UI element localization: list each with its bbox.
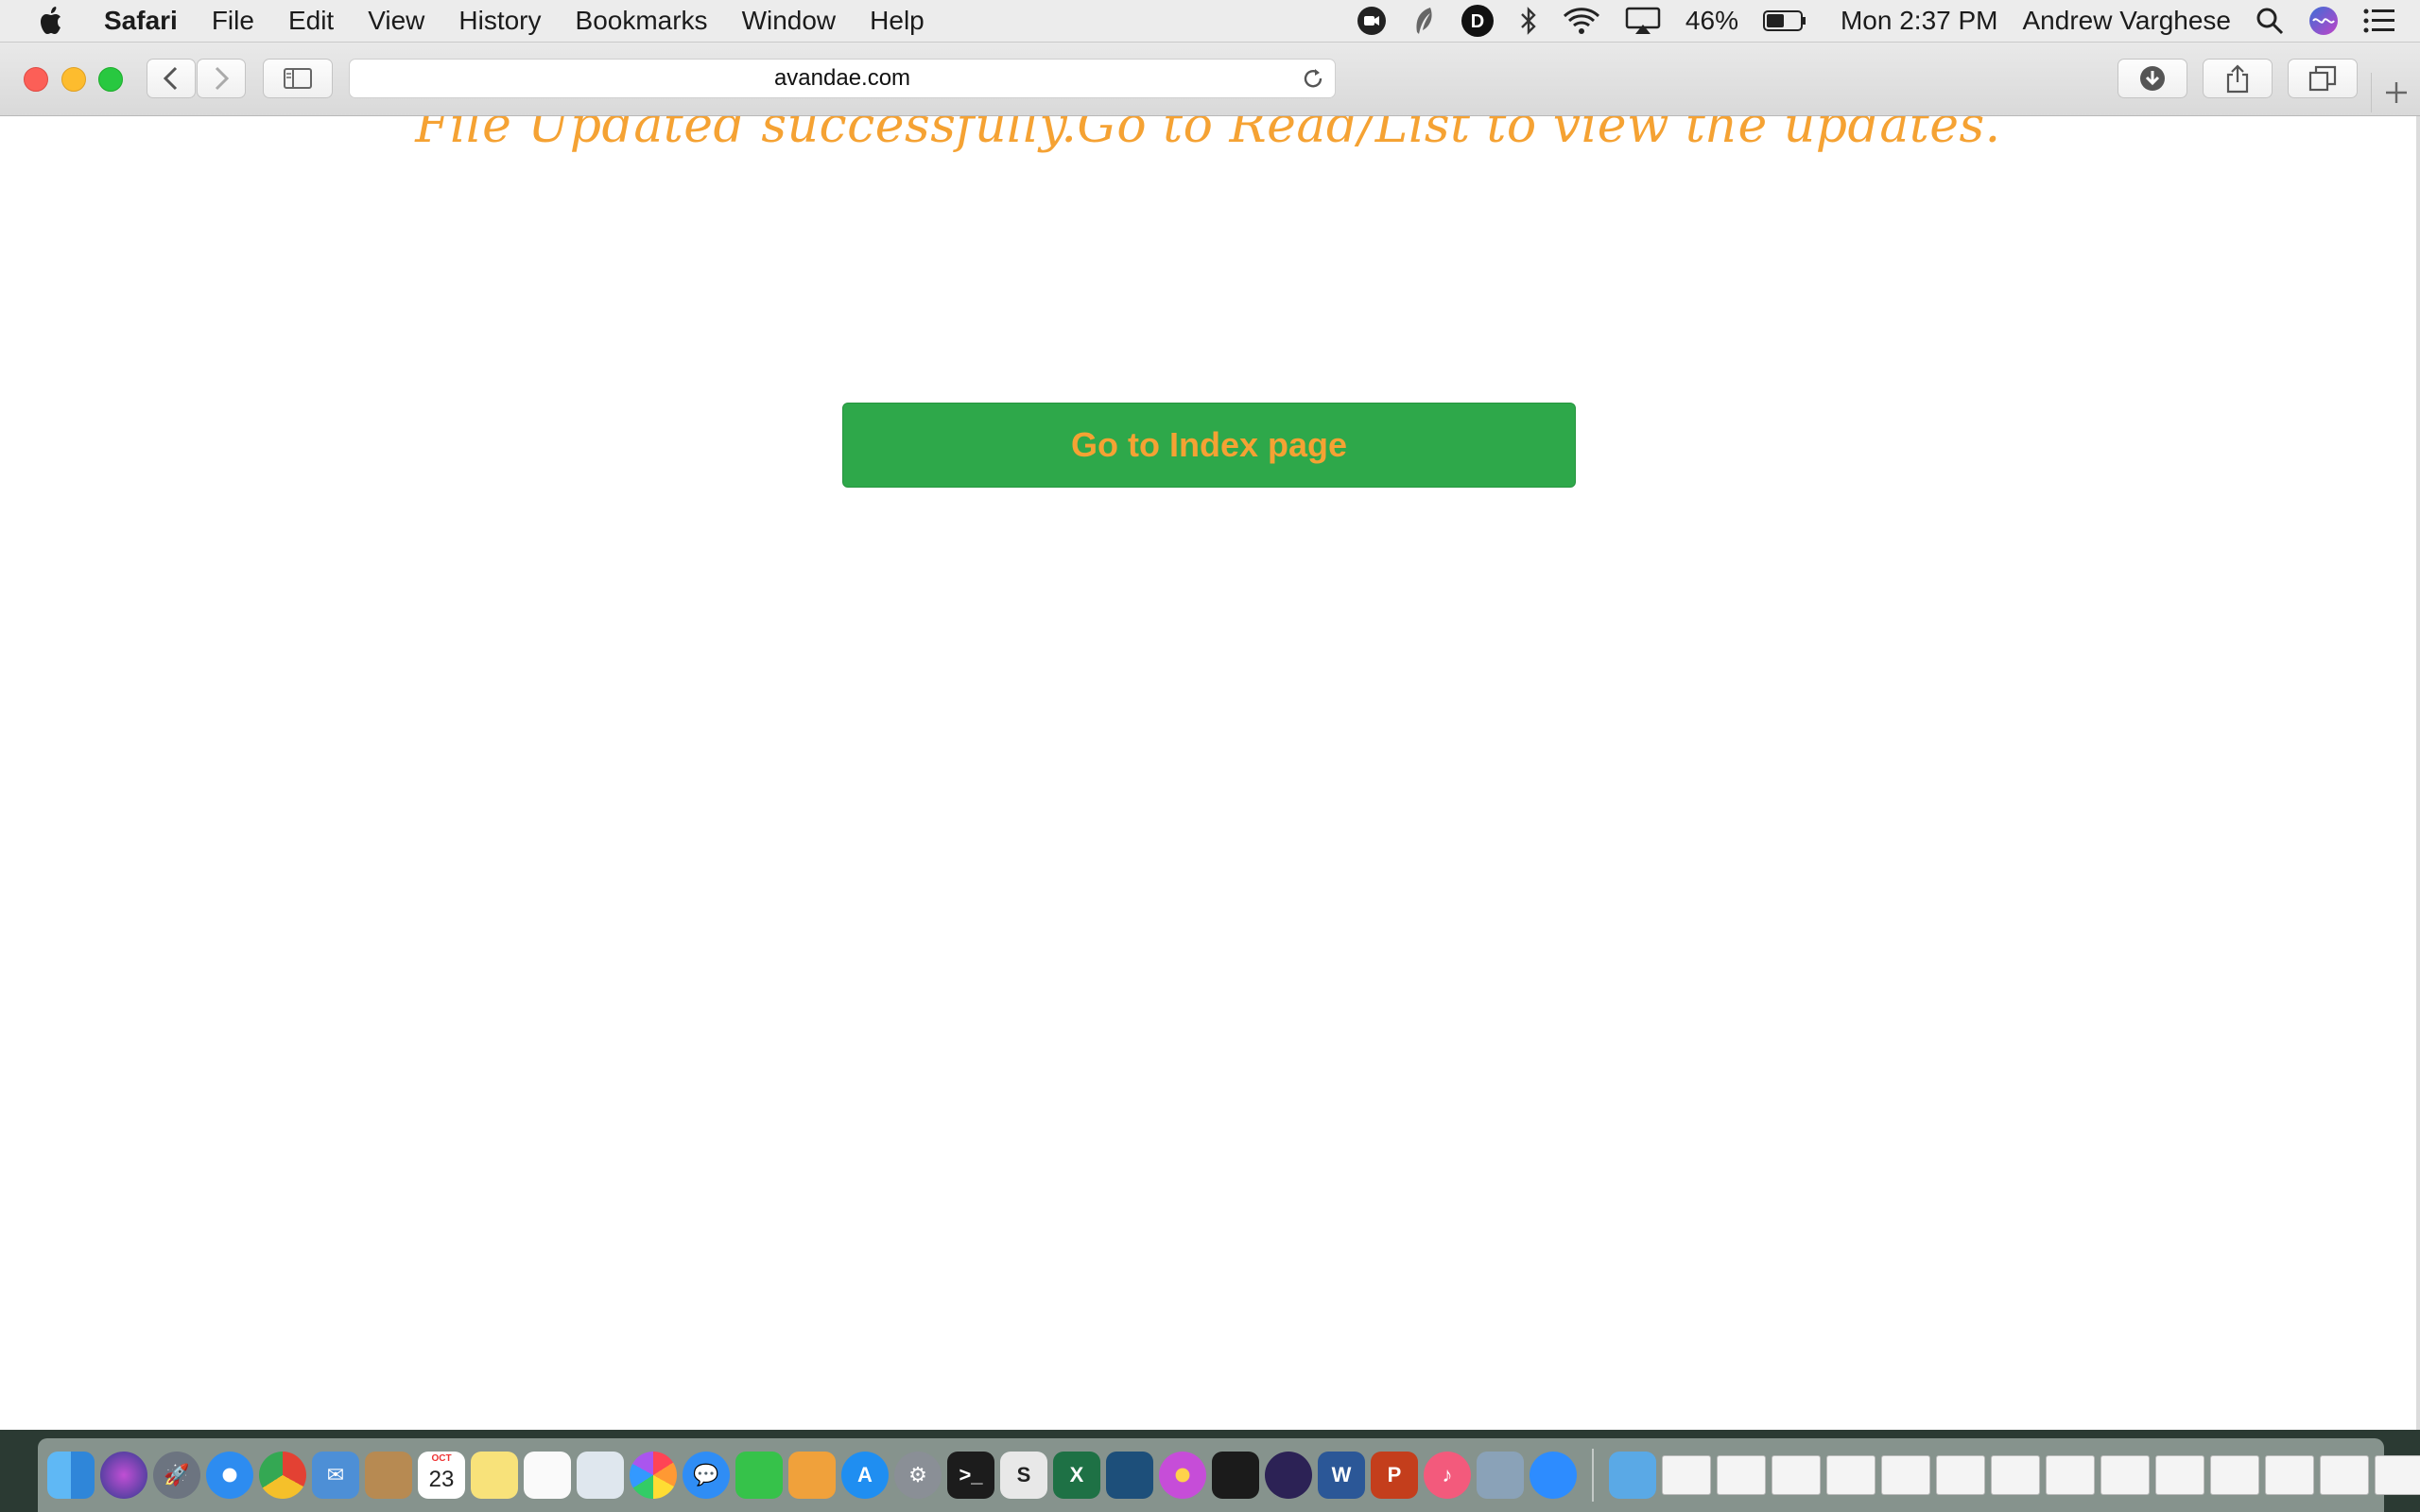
notification-center-icon[interactable] bbox=[2363, 8, 2395, 34]
bluetooth-icon[interactable] bbox=[1519, 6, 1538, 36]
pages-icon[interactable] bbox=[788, 1452, 836, 1499]
id-badge-icon[interactable]: D bbox=[1461, 4, 1495, 38]
plus-icon bbox=[2386, 82, 2407, 103]
launchpad-icon[interactable]: 🚀 bbox=[153, 1452, 200, 1499]
window-zoom-button[interactable] bbox=[98, 67, 123, 92]
minimized-window-2[interactable] bbox=[1717, 1455, 1766, 1495]
menu-edit[interactable]: Edit bbox=[271, 6, 351, 36]
chrome-icon[interactable] bbox=[259, 1452, 306, 1499]
menu-window[interactable]: Window bbox=[725, 6, 854, 36]
update-success-message: File Updated successfully.Go to Read/Lis… bbox=[415, 116, 2001, 154]
tab-overview-button[interactable] bbox=[2288, 59, 2358, 98]
back-button[interactable] bbox=[147, 59, 196, 98]
menubar-user[interactable]: Andrew Varghese bbox=[2023, 6, 2232, 36]
terminal-icon[interactable]: >_ bbox=[947, 1452, 994, 1499]
contacts-icon[interactable] bbox=[365, 1452, 412, 1499]
mysql-workbench-icon[interactable] bbox=[1106, 1452, 1153, 1499]
image-capture-icon[interactable] bbox=[1477, 1452, 1524, 1499]
minimized-window-7[interactable] bbox=[1991, 1455, 2040, 1495]
mail-icon[interactable]: ✉ bbox=[312, 1452, 359, 1499]
minimized-window-12[interactable] bbox=[2265, 1455, 2314, 1495]
dock-separator bbox=[1592, 1449, 1594, 1502]
siri-icon[interactable] bbox=[2308, 6, 2339, 36]
safari-dock-icon[interactable] bbox=[206, 1452, 253, 1499]
eclipse-icon[interactable] bbox=[1265, 1452, 1312, 1499]
battery-icon[interactable] bbox=[1762, 9, 1806, 32]
minimized-window-5[interactable] bbox=[1881, 1455, 1930, 1495]
tabs-icon bbox=[2308, 65, 2337, 92]
minimized-window-8[interactable] bbox=[2046, 1455, 2095, 1495]
share-icon bbox=[2226, 64, 2249, 94]
downloads-folder-icon[interactable] bbox=[1609, 1452, 1656, 1499]
facetime-camera-icon[interactable] bbox=[1357, 6, 1387, 36]
system-preferences-icon[interactable]: ⚙ bbox=[894, 1452, 942, 1499]
reload-icon[interactable] bbox=[1301, 66, 1325, 97]
menu-file[interactable]: File bbox=[195, 6, 271, 36]
notes-icon[interactable] bbox=[471, 1452, 518, 1499]
address-bar-url: avandae.com bbox=[773, 65, 911, 91]
web-page: File Updated successfully.Go to Read/Lis… bbox=[0, 116, 2416, 1430]
apple-menu-icon[interactable] bbox=[0, 5, 104, 37]
spotlight-search-icon[interactable] bbox=[2256, 7, 2284, 35]
messages-icon[interactable]: 💬 bbox=[683, 1452, 730, 1499]
chevron-right-icon bbox=[215, 66, 230, 91]
share-button[interactable] bbox=[2203, 59, 2273, 98]
reminders-icon[interactable] bbox=[524, 1452, 571, 1499]
activity-monitor-icon[interactable] bbox=[1212, 1452, 1259, 1499]
powerpoint-icon[interactable]: P bbox=[1371, 1452, 1418, 1499]
menu-help[interactable]: Help bbox=[853, 6, 942, 36]
battery-percent[interactable]: 46% bbox=[1685, 6, 1738, 36]
siri-dock-icon[interactable] bbox=[100, 1452, 147, 1499]
app-store-icon[interactable]: A bbox=[841, 1452, 889, 1499]
chevron-left-icon bbox=[163, 66, 178, 91]
minimized-window-10[interactable] bbox=[2155, 1455, 2204, 1495]
menu-view[interactable]: View bbox=[351, 6, 441, 36]
minimized-window-6[interactable] bbox=[1936, 1455, 1985, 1495]
dock: 🚀 ✉ OCT 23 💬 A ⚙ >_ S X W P ♪ bbox=[38, 1438, 2420, 1512]
feather-icon[interactable] bbox=[1411, 6, 1436, 36]
preview-icon[interactable] bbox=[577, 1452, 624, 1499]
menu-history[interactable]: History bbox=[441, 6, 558, 36]
excel-icon[interactable]: X bbox=[1053, 1452, 1100, 1499]
forward-button[interactable] bbox=[197, 59, 246, 98]
downloads-button[interactable] bbox=[2118, 59, 2187, 98]
sublime-text-icon[interactable]: S bbox=[1000, 1452, 1047, 1499]
new-tab-button[interactable] bbox=[2371, 73, 2420, 112]
browser-toolbar: avandae.com bbox=[0, 43, 2420, 116]
minimized-window-14[interactable] bbox=[2375, 1455, 2420, 1495]
minimized-window-3[interactable] bbox=[1772, 1455, 1821, 1495]
menu-bar: Safari File Edit View History Bookmarks … bbox=[0, 0, 2420, 43]
window-close-button[interactable] bbox=[24, 67, 48, 92]
minimized-window-9[interactable] bbox=[2100, 1455, 2150, 1495]
address-bar[interactable]: avandae.com bbox=[349, 59, 1336, 98]
window-minimize-button[interactable] bbox=[61, 67, 86, 92]
wifi-icon[interactable] bbox=[1563, 7, 1600, 35]
facetime-icon[interactable] bbox=[735, 1452, 783, 1499]
sidebar-icon bbox=[284, 68, 312, 89]
menubar-clock[interactable]: Mon 2:37 PM bbox=[1841, 6, 1998, 36]
minimized-window-11[interactable] bbox=[2210, 1455, 2259, 1495]
download-icon bbox=[2140, 66, 2165, 91]
go-to-index-button[interactable]: Go to Index page bbox=[842, 403, 1576, 488]
svg-text:D: D bbox=[1471, 11, 1484, 32]
itunes-icon[interactable]: ♪ bbox=[1424, 1452, 1471, 1499]
menu-bookmarks[interactable]: Bookmarks bbox=[559, 6, 725, 36]
flower-app-icon[interactable] bbox=[1159, 1452, 1206, 1499]
window-edge bbox=[2416, 116, 2420, 1430]
menu-safari[interactable]: Safari bbox=[104, 6, 195, 36]
airplay-icon[interactable] bbox=[1625, 7, 1661, 35]
photos-icon[interactable] bbox=[630, 1452, 677, 1499]
sidebar-toggle-button[interactable] bbox=[263, 59, 333, 98]
finder-icon[interactable] bbox=[47, 1452, 95, 1499]
zoom-icon[interactable] bbox=[1530, 1452, 1577, 1499]
minimized-window-1[interactable] bbox=[1662, 1455, 1711, 1495]
minimized-window-13[interactable] bbox=[2320, 1455, 2369, 1495]
minimized-window-4[interactable] bbox=[1826, 1455, 1876, 1495]
word-icon[interactable]: W bbox=[1318, 1452, 1365, 1499]
calendar-icon[interactable]: OCT 23 bbox=[418, 1452, 465, 1499]
